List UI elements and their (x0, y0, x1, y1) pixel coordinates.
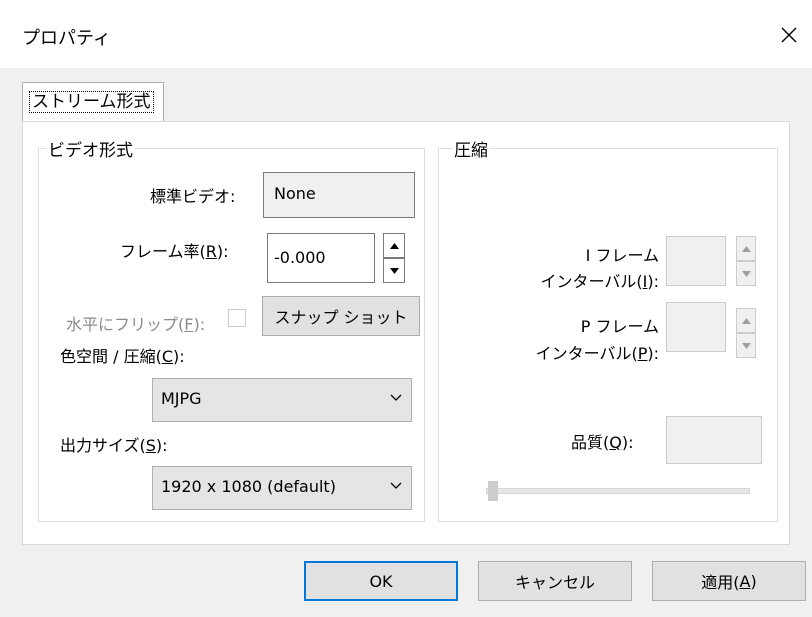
video-format-group-title: ビデオ形式 (46, 136, 135, 161)
tab-stream-format-label: ストリーム形式 (29, 91, 154, 113)
i-frame-spin-up[interactable] (736, 236, 756, 261)
standard-video-value: None (274, 184, 316, 203)
triangle-down-icon (389, 267, 399, 274)
color-space-select[interactable]: MJPG (152, 378, 412, 422)
triangle-up-icon (741, 317, 751, 324)
i-frame-spin-down[interactable] (736, 261, 756, 286)
frame-rate-label: フレーム率(R): (120, 242, 229, 261)
flip-horizontal-label: 水平にフリップ(F): (66, 315, 206, 334)
quality-input[interactable] (666, 416, 762, 464)
output-size-label: 出力サイズ(S): (60, 436, 168, 455)
color-space-label: 色空間 / 圧縮(C): (60, 347, 185, 366)
frame-rate-spin-up[interactable] (383, 233, 405, 258)
tab-stream-format[interactable]: ストリーム形式 (22, 82, 164, 122)
quality-slider-thumb[interactable] (488, 481, 498, 501)
i-frame-interval-input[interactable] (666, 236, 726, 286)
triangle-down-icon (741, 270, 751, 277)
cancel-button[interactable]: キャンセル (478, 561, 632, 601)
title-bar: プロパティ (0, 0, 812, 68)
p-frame-label-line1: P フレーム (580, 317, 659, 336)
window-title: プロパティ (22, 28, 111, 49)
chevron-down-icon (389, 389, 403, 408)
triangle-up-icon (741, 245, 751, 252)
compression-group-title: 圧縮 (452, 136, 490, 161)
quality-slider-track[interactable] (486, 488, 750, 494)
i-frame-label-line1: I フレーム (585, 246, 659, 265)
standard-video-field: None (263, 172, 415, 218)
ok-button[interactable]: OK (304, 561, 458, 601)
close-button[interactable] (766, 12, 812, 58)
triangle-up-icon (389, 242, 399, 249)
triangle-down-icon (741, 342, 751, 349)
flip-horizontal-checkbox[interactable] (228, 309, 246, 327)
output-size-select[interactable]: 1920 x 1080 (default) (152, 466, 412, 510)
p-frame-interval-input[interactable] (666, 302, 726, 352)
chevron-down-icon (389, 477, 403, 496)
i-frame-label-line2: インターバル(I): (540, 272, 659, 291)
snapshot-button[interactable]: スナップ ショット (262, 296, 420, 336)
output-size-value: 1920 x 1080 (default) (161, 477, 336, 496)
p-frame-label-line2: インターバル(P): (535, 344, 659, 363)
close-icon (781, 27, 797, 43)
frame-rate-input[interactable]: -0.000 (267, 233, 375, 283)
apply-button[interactable]: 適用(A) (652, 561, 806, 601)
p-frame-spin-down[interactable] (736, 333, 756, 358)
p-frame-spin-up[interactable] (736, 308, 756, 333)
color-space-value: MJPG (161, 389, 202, 408)
frame-rate-spin-down[interactable] (383, 258, 405, 283)
quality-label: 品質(Q): (571, 433, 634, 452)
frame-rate-value: -0.000 (274, 248, 326, 267)
standard-video-label: 標準ビデオ: (150, 187, 236, 206)
